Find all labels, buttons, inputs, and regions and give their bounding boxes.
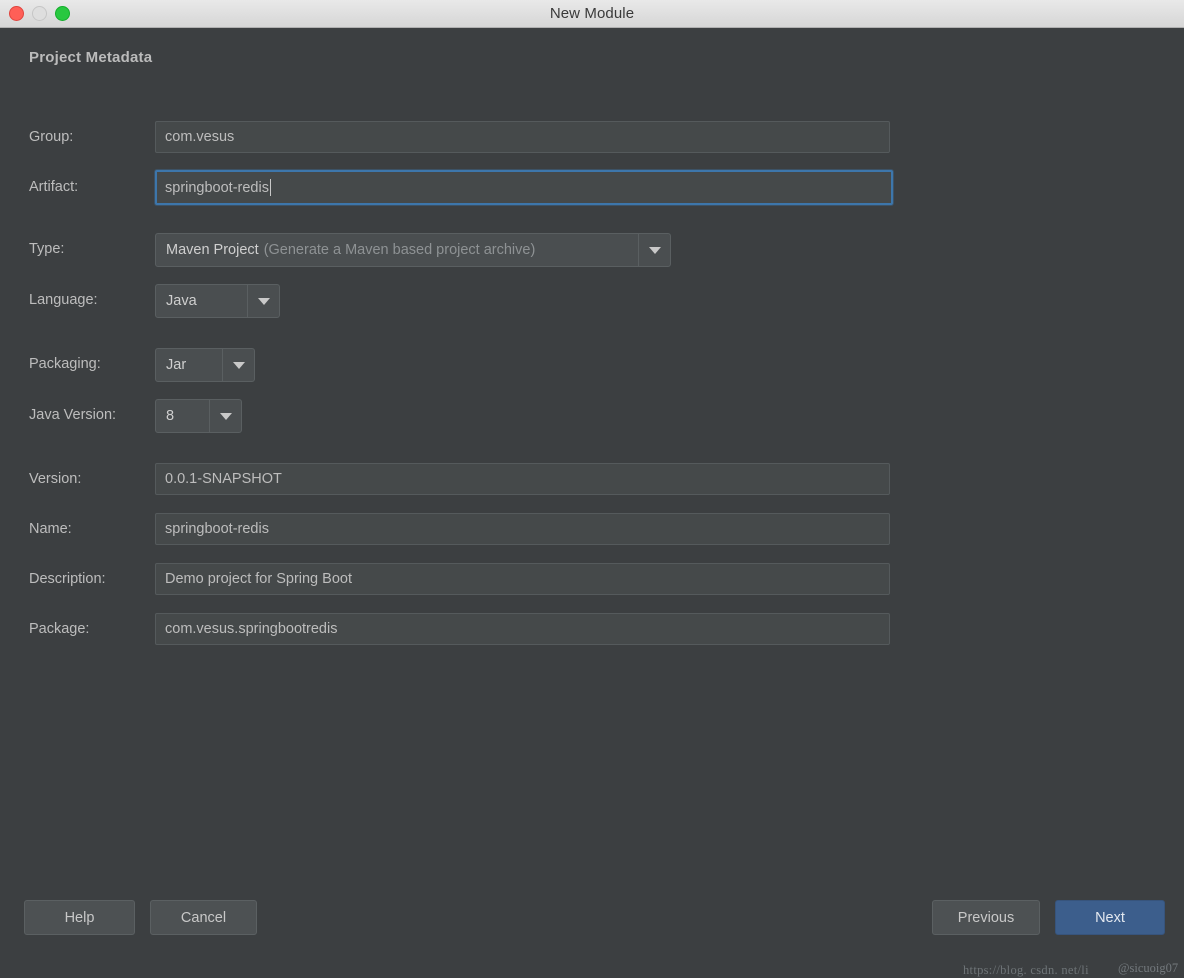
package-input[interactable]: com.vesus.springbootredis [155,613,890,645]
artifact-input[interactable]: springboot-redis [155,170,893,205]
artifact-input-value: springboot-redis [165,179,269,196]
chevron-down-icon [232,361,245,369]
type-value-text: Maven Project [166,242,259,258]
type-dropdown-arrow[interactable] [638,234,670,266]
page-title: Project Metadata [29,49,153,66]
text-caret [269,179,271,196]
previous-button[interactable]: Previous [932,900,1040,935]
description-label: Description: [29,571,106,587]
chevron-down-icon [257,297,270,305]
language-dropdown-value: Java [166,293,197,309]
name-label: Name: [29,521,72,537]
group-input[interactable]: com.vesus [155,121,890,153]
version-label: Version: [29,471,82,487]
cancel-button[interactable]: Cancel [150,900,257,935]
description-input[interactable]: Demo project for Spring Boot [155,563,890,595]
maximize-window-button[interactable] [55,6,70,21]
packaging-dropdown-arrow[interactable] [222,349,254,381]
type-label: Type: [29,241,65,257]
java-version-dropdown-value: 8 [166,408,175,424]
java-version-dropdown[interactable]: 8 [155,399,242,433]
type-dropdown-value: Maven Project (Generate a Maven based pr… [156,234,638,266]
type-value-hint: (Generate a Maven based project archive) [263,242,536,258]
new-module-dialog: New Module Project Metadata Group: com.v… [0,0,1184,977]
language-dropdown[interactable]: Java [155,284,280,318]
java-version-dropdown-arrow[interactable] [209,400,241,432]
minimize-window-button[interactable] [32,6,47,21]
language-label: Language: [29,292,98,308]
dialog-content: Project Metadata Group: com.vesus Artifa… [0,28,1184,977]
watermark-url: https://blog. csdn. net/li [963,963,1089,977]
chevron-down-icon [219,412,232,420]
close-window-button[interactable] [9,6,24,21]
version-input[interactable]: 0.0.1-SNAPSHOT [155,463,890,495]
name-input[interactable]: springboot-redis [155,513,890,545]
packaging-dropdown[interactable]: Jar [155,348,255,382]
window-titlebar: New Module [0,0,1184,28]
packaging-dropdown-value: Jar [166,357,187,373]
chevron-down-icon [648,246,661,254]
java-version-label: Java Version: [29,407,117,423]
next-button[interactable]: Next [1055,900,1165,935]
package-label: Package: [29,621,90,637]
type-dropdown[interactable]: Maven Project (Generate a Maven based pr… [155,233,671,267]
artifact-label: Artifact: [29,179,79,195]
packaging-label: Packaging: [29,356,101,372]
window-controls [9,0,70,27]
group-label: Group: [29,129,74,145]
window-title: New Module [549,5,635,22]
language-dropdown-arrow[interactable] [247,285,279,317]
help-button[interactable]: Help [24,900,135,935]
watermark-badge: @sicuoig07 [1118,961,1179,975]
